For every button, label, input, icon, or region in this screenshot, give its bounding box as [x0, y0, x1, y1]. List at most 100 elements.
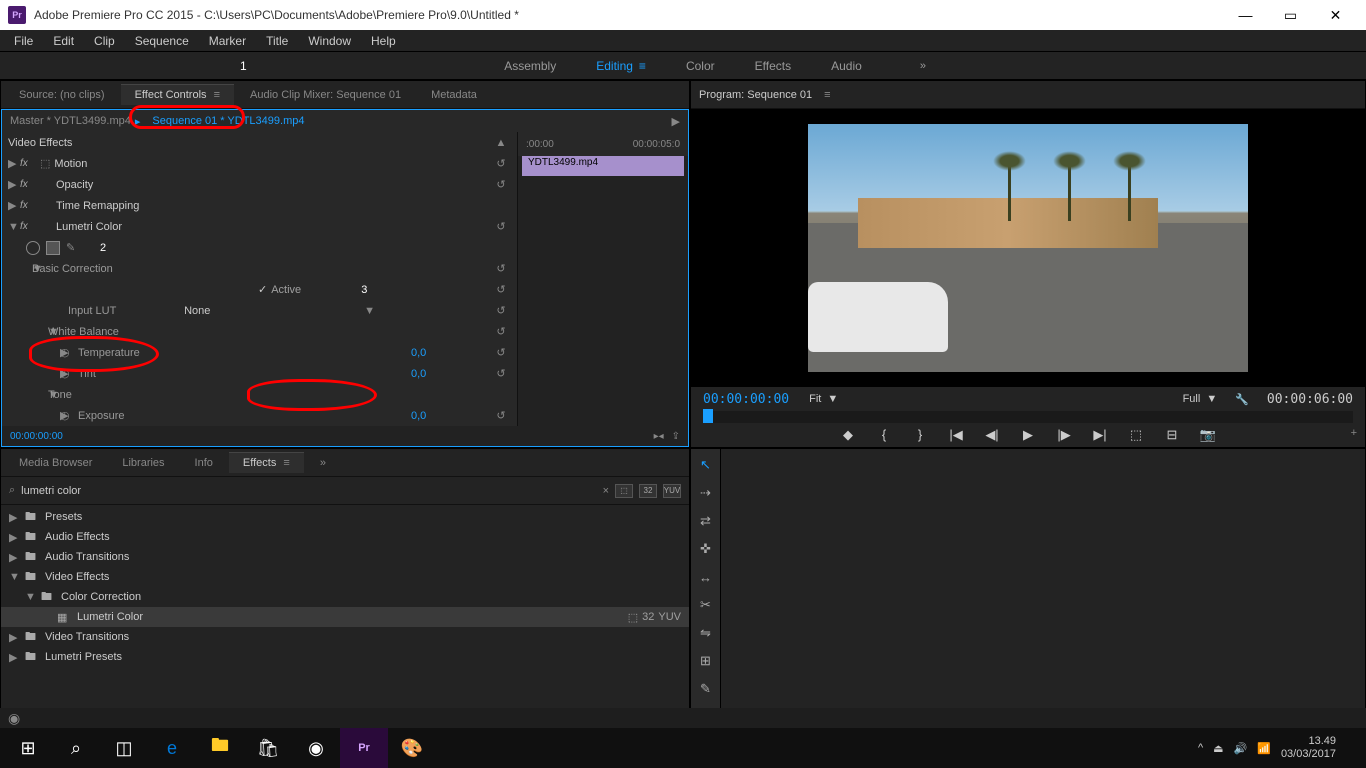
tray-chevron-icon[interactable]: ^ — [1198, 742, 1203, 754]
menu-clip[interactable]: Clip — [84, 32, 125, 50]
tray-volume-icon[interactable]: 🔊 — [1234, 742, 1248, 755]
search-button[interactable]: ⌕ — [52, 728, 100, 768]
ec-clip-strip[interactable]: YDTL3499.mp4 — [522, 156, 684, 176]
tab-info[interactable]: Info — [181, 453, 227, 473]
extract-button[interactable]: ⊟ — [1163, 427, 1181, 443]
workspace-editing[interactable]: Editing≡ — [596, 59, 646, 73]
tab-media-browser[interactable]: Media Browser — [5, 453, 106, 473]
fx-audio-transitions[interactable]: ▶🖿Audio Transitions — [1, 547, 689, 567]
tab-effect-controls[interactable]: Effect Controls ≡ — [121, 84, 234, 105]
task-view-button[interactable]: ◫ — [100, 728, 148, 768]
mark-in-button[interactable]: { — [875, 427, 893, 443]
rolling-edit-tool[interactable]: ✜ — [696, 539, 716, 559]
export-icon[interactable]: ⇪ — [672, 431, 680, 442]
workspace-menu-icon[interactable]: ≡ — [639, 59, 646, 73]
reset-icon[interactable]: ↺ — [491, 220, 511, 233]
fx-audio-effects[interactable]: ▶🖿Audio Effects — [1, 527, 689, 547]
tab-audio-mixer[interactable]: Audio Clip Mixer: Sequence 01 — [236, 85, 415, 105]
menu-marker[interactable]: Marker — [199, 32, 256, 50]
minimize-button[interactable]: — — [1223, 0, 1268, 30]
workspace-effects[interactable]: Effects — [755, 59, 791, 73]
tab-menu-icon[interactable]: ≡ — [214, 89, 220, 101]
razor-tool[interactable]: ✂ — [696, 595, 716, 615]
premiere-taskbar-icon[interactable]: Pr — [340, 728, 388, 768]
temperature-value[interactable]: 0,0 — [411, 347, 491, 359]
fx-video-transitions[interactable]: ▶🖿Video Transitions — [1, 627, 689, 647]
pen-mask-icon[interactable]: ✎ — [66, 241, 80, 255]
program-ruler[interactable] — [703, 411, 1353, 423]
tint-value[interactable]: 0,0 — [411, 368, 491, 380]
selection-tool[interactable]: ↖ — [696, 455, 716, 475]
fx-lumetri-color[interactable]: ▦Lumetri Color⬚32YUV — [1, 607, 689, 627]
menu-sequence[interactable]: Sequence — [125, 32, 199, 50]
paint-icon[interactable]: 🎨 — [388, 728, 436, 768]
rate-stretch-tool[interactable]: ↔ — [696, 567, 716, 587]
exposure-row[interactable]: ▶◷Exposure0,0↺ — [2, 405, 517, 426]
workspace-assembly[interactable]: Assembly — [504, 59, 556, 73]
section-toggle-icon[interactable]: ▲ — [491, 137, 511, 149]
loop-icon[interactable]: ▸◂ — [654, 431, 664, 442]
reset-icon[interactable]: ↺ — [491, 409, 511, 422]
button-editor-icon[interactable]: + — [1351, 427, 1357, 439]
maximize-button[interactable]: ▭ — [1268, 0, 1313, 30]
reset-icon[interactable]: ↺ — [491, 304, 511, 317]
effect-time-remapping[interactable]: ▶fxTime Remapping — [2, 195, 517, 216]
ellipse-mask-icon[interactable] — [26, 241, 40, 255]
temperature-row[interactable]: ▶◷Temperature0,0↺ — [2, 342, 517, 363]
go-to-in-button[interactable]: |◀ — [947, 427, 965, 443]
tab-source[interactable]: Source: (no clips) — [5, 85, 119, 105]
program-playhead[interactable] — [703, 409, 713, 423]
fx-badge-yuv[interactable]: YUV — [663, 484, 681, 498]
fx-presets[interactable]: ▶🖿Presets — [1, 507, 689, 527]
go-to-out-button[interactable]: ▶| — [1091, 427, 1109, 443]
mark-out-button[interactable]: } — [911, 427, 929, 443]
settings-wrench-icon[interactable]: 🔧 — [1235, 393, 1249, 406]
export-frame-button[interactable]: 📷 — [1199, 427, 1217, 443]
tint-row[interactable]: ▶◷Tint0,0↺ — [2, 363, 517, 384]
menu-edit[interactable]: Edit — [43, 32, 84, 50]
file-explorer-icon[interactable]: 🖿 — [196, 728, 244, 768]
start-button[interactable]: ⊞ — [4, 728, 52, 768]
ec-sequence-label[interactable]: Sequence 01 * YDTL3499.mp4 — [152, 115, 304, 127]
reset-icon[interactable]: ↺ — [491, 367, 511, 380]
menu-file[interactable]: File — [4, 32, 43, 50]
workspace-audio[interactable]: Audio — [831, 59, 862, 73]
workspace-overflow[interactable]: » — [920, 60, 926, 72]
stopwatch-icon[interactable]: ◷ — [60, 409, 74, 422]
effect-lumetri-color[interactable]: ▼fxLumetri Color↺ — [2, 216, 517, 237]
rectangle-mask-icon[interactable] — [46, 241, 60, 255]
track-select-tool[interactable]: ⇢ — [696, 483, 716, 503]
chevron-down-icon[interactable]: ▼ — [364, 305, 375, 317]
fx-video-effects[interactable]: ▼🖿Video Effects — [1, 567, 689, 587]
white-balance-row[interactable]: ▼White Balance↺ — [2, 321, 517, 342]
step-back-button[interactable]: ◀| — [983, 427, 1001, 443]
reset-icon[interactable]: ↺ — [491, 262, 511, 275]
basic-correction-section[interactable]: ▼Basic Correction↺ — [2, 258, 517, 279]
input-lut-row[interactable]: Input LUTNone▼↺ — [2, 300, 517, 321]
reset-icon[interactable]: ↺ — [491, 157, 511, 170]
fx-badge-32bit[interactable]: 32 — [639, 484, 657, 498]
fx-badge-accelerated[interactable]: ⬚ — [615, 484, 633, 498]
effect-motion[interactable]: ▶fx⬚Motion↺ — [2, 153, 517, 174]
clear-search-icon[interactable]: × — [603, 485, 609, 497]
exposure-value[interactable]: 0,0 — [411, 410, 491, 422]
reset-icon[interactable]: ↺ — [491, 346, 511, 359]
tab-metadata[interactable]: Metadata — [417, 85, 491, 105]
resolution-dropdown[interactable]: Full▼ — [1183, 393, 1218, 405]
tray-wifi-icon[interactable]: 📶 — [1257, 742, 1271, 755]
close-button[interactable]: ✕ — [1313, 0, 1358, 30]
edge-icon[interactable]: e — [148, 728, 196, 768]
menu-window[interactable]: Window — [298, 32, 361, 50]
workspace-color[interactable]: Color — [686, 59, 715, 73]
tab-effects[interactable]: Effects ≡ — [229, 452, 304, 473]
tray-eject-icon[interactable]: ⏏ — [1213, 742, 1223, 755]
step-forward-button[interactable]: |▶ — [1055, 427, 1073, 443]
effects-search-input[interactable] — [21, 485, 596, 497]
play-button[interactable]: ▶ — [1019, 427, 1037, 443]
effect-opacity[interactable]: ▶fxOpacity↺ — [2, 174, 517, 195]
input-lut-dropdown[interactable]: None — [184, 305, 364, 317]
stopwatch-icon[interactable]: ◷ — [60, 346, 74, 359]
active-checkbox-row[interactable]: ✓Active3↺ — [2, 279, 517, 300]
fx-lumetri-presets[interactable]: ▶🖿Lumetri Presets — [1, 647, 689, 667]
reset-icon[interactable]: ↺ — [491, 283, 511, 296]
